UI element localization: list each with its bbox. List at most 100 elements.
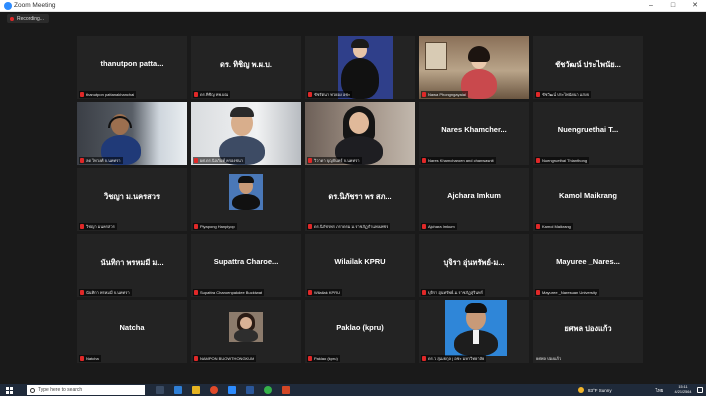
- mic-muted-icon: [422, 92, 426, 97]
- participant-label: ดร.นิภัชรพร ภราดรม ม.ราชภัฏกำแพงเพชร: [307, 223, 391, 230]
- task-view-icon[interactable]: [156, 386, 164, 394]
- participant-tile[interactable]: ดร.นิภัชรา พร สภ... ดร.นิภัชรพร ภราดรม ม…: [305, 168, 415, 231]
- participant-tile[interactable]: ชัชรัตนา ทวยอง อชะ: [305, 36, 415, 99]
- search-placeholder: Type here to search: [38, 387, 83, 393]
- participant-name: Ajchara Imkum: [447, 191, 501, 200]
- participant-tile[interactable]: Paklao (kpru) Paklao (kpru): [305, 300, 415, 363]
- mic-muted-icon: [536, 290, 540, 295]
- participant-name: Mayuree _Nares...: [556, 257, 620, 266]
- participant-tile[interactable]: Wilailak KPRU Wilailak KPRU: [305, 234, 415, 297]
- participant-name: Natcha: [119, 323, 145, 332]
- participant-label: Nuengruethai Thianthong: [535, 157, 590, 164]
- mic-muted-icon: [80, 290, 84, 295]
- participant-tile[interactable]: วิชญา ม.นครสวร วิชญา มนครสวร: [77, 168, 187, 231]
- mic-muted-icon: [194, 356, 198, 361]
- participant-tile[interactable]: Ajchara Imkum Ajchara Imkum: [419, 168, 529, 231]
- participant-video: [305, 36, 415, 99]
- participant-label: Wilailak KPRU: [307, 289, 343, 296]
- participant-label: ยศพล ปองแก้ว: [536, 356, 562, 361]
- word-app-icon[interactable]: [246, 386, 254, 394]
- mic-muted-icon: [80, 224, 84, 229]
- participant-name: ดร. ทิชิญ พ.ผ.บ.: [220, 60, 272, 69]
- participant-tile[interactable]: ดร.ว สุเมธกุล | อชะ มหาวิทยาลัย: [419, 300, 529, 363]
- mic-muted-icon: [308, 158, 312, 163]
- mic-muted-icon: [194, 158, 198, 163]
- participant-tile[interactable]: นันทิกา พรหมมี ม... นันทิกา พรหมมี จ.นคท…: [77, 234, 187, 297]
- participant-label: Nawa Phongngayaiai: [421, 91, 468, 98]
- participant-tile[interactable]: ดร. ทิชิญ พ.ผ.บ. ดร.ทิชิญ ทพ.ผณ: [191, 36, 301, 99]
- record-dot-icon: [10, 16, 14, 21]
- windows-taskbar: Type here to search 83°F Sunny ไทย 15:11…: [0, 384, 706, 396]
- participant-name: ยศพล ปองแก้ว: [564, 324, 612, 333]
- participant-grid: thanutpon patta... thanutpon pattanakhan…: [77, 36, 643, 363]
- participant-tile-active-speaker[interactable]: Nawa Phongngayaiai: [419, 36, 529, 99]
- sun-icon: [578, 387, 584, 393]
- participant-tile[interactable]: ยศพล ปองแก้ว ยศพล ปองแก้ว: [533, 300, 643, 363]
- windows-start-icon[interactable]: [6, 387, 13, 394]
- mic-muted-icon: [194, 290, 198, 295]
- powerpoint-app-icon[interactable]: [282, 386, 290, 394]
- participant-photo: [445, 300, 507, 356]
- participant-label: Supattra Charoenpakdee Bucktwat: [193, 289, 265, 296]
- zoom-app-icon[interactable]: [228, 386, 236, 394]
- weather-text[interactable]: 83°F Sunny: [588, 388, 612, 393]
- mic-muted-icon: [422, 224, 426, 229]
- mic-muted-icon: [536, 224, 540, 229]
- participant-label: thanutpon pattanakhanchai: [79, 91, 137, 98]
- person-hair: [468, 46, 490, 62]
- clock-date: 4/21/2564: [674, 390, 692, 394]
- participant-tile[interactable]: ผศ.ดร.นิลภันท์ ครองชนา: [191, 102, 301, 165]
- participant-tile[interactable]: บุจิรา อุ่นทรัพย์-ม... บุจิรา อุ่นทรัพย์…: [419, 234, 529, 297]
- title-bar: Zoom Meeting – □ ✕: [0, 0, 706, 12]
- person-hair: [230, 107, 254, 117]
- participant-label: ผศ.ดร.นิลภันท์ ครองชนา: [193, 157, 246, 164]
- participant-name: ชัชวัฒน์ ประไพนัย...: [555, 60, 621, 69]
- line-app-icon[interactable]: [264, 386, 272, 394]
- taskbar-clock[interactable]: 15:11 4/21/2564: [672, 385, 694, 395]
- participant-name: Nuengruethai T...: [557, 125, 619, 134]
- participant-tile[interactable]: Natcha Natcha: [77, 300, 187, 363]
- participant-tile[interactable]: Nuengruethai T... Nuengruethai Thianthon…: [533, 102, 643, 165]
- participant-tile[interactable]: thanutpon patta... thanutpon pattanakhan…: [77, 36, 187, 99]
- participant-label: ดร.ทิชิญ ทพ.ผณ: [193, 91, 231, 98]
- edge-browser-icon[interactable]: [174, 386, 182, 394]
- recording-indicator[interactable]: Recording...: [7, 14, 49, 23]
- notification-icon[interactable]: [697, 387, 703, 393]
- participant-name: thanutpon patta...: [100, 59, 164, 68]
- participant-tile[interactable]: วิวาดา บุญจันทร์ จ.นคทรา: [305, 102, 415, 165]
- mic-muted-icon: [308, 224, 312, 229]
- minimize-button[interactable]: –: [640, 0, 662, 12]
- participant-tile[interactable]: ลด ไทวงศ์ จ.นคทรา: [77, 102, 187, 165]
- participant-tile[interactable]: ชัชวัฒน์ ประไพนัย... ชัชวัฒน์ ประไพนัยนา…: [533, 36, 643, 99]
- participant-video: [77, 102, 187, 165]
- mic-muted-icon: [308, 290, 312, 295]
- mic-muted-icon: [80, 356, 84, 361]
- participant-tile[interactable]: Mayuree _Nares... Mayuree _Naresuan Univ…: [533, 234, 643, 297]
- participant-tile[interactable]: Supattra Charoe... Supattra Charoenpakde…: [191, 234, 301, 297]
- participant-video: [191, 102, 301, 165]
- participant-tile[interactable]: Kamol Maikrang Kamol Maikrang: [533, 168, 643, 231]
- participant-tile[interactable]: NAMPON BUOWTHONGKUM: [191, 300, 301, 363]
- tray-language[interactable]: ไทย: [656, 387, 664, 394]
- taskbar-search-input[interactable]: Type here to search: [27, 385, 145, 395]
- search-icon: [30, 387, 35, 393]
- mic-muted-icon: [308, 92, 312, 97]
- participant-name: บุจิรา อุ่นทรัพย์-ม...: [443, 258, 505, 267]
- participant-tile[interactable]: Piyapong Hanpiyop: [191, 168, 301, 231]
- person-hair: [465, 303, 487, 313]
- mic-muted-icon: [80, 92, 84, 97]
- person-body: [234, 329, 258, 342]
- close-button[interactable]: ✕: [684, 0, 706, 12]
- maximize-button[interactable]: □: [662, 0, 684, 12]
- participant-name: Wilailak KPRU: [334, 257, 386, 266]
- participant-tile[interactable]: Nares Khamcher... Nares Khamcharoen and …: [419, 102, 529, 165]
- meeting-area: Recording... thanutpon patta... thanutpo…: [0, 12, 706, 384]
- mic-muted-icon: [422, 290, 426, 295]
- file-explorer-icon[interactable]: [192, 386, 200, 394]
- mic-muted-icon: [536, 92, 540, 97]
- person-hair: [351, 39, 369, 48]
- participant-name: นันทิกา พรหมมี ม...: [100, 258, 164, 267]
- participant-label: Ajchara Imkum: [421, 223, 457, 230]
- participant-label: NAMPON BUOWTHONGKUM: [193, 355, 257, 362]
- chrome-browser-icon[interactable]: [210, 386, 218, 394]
